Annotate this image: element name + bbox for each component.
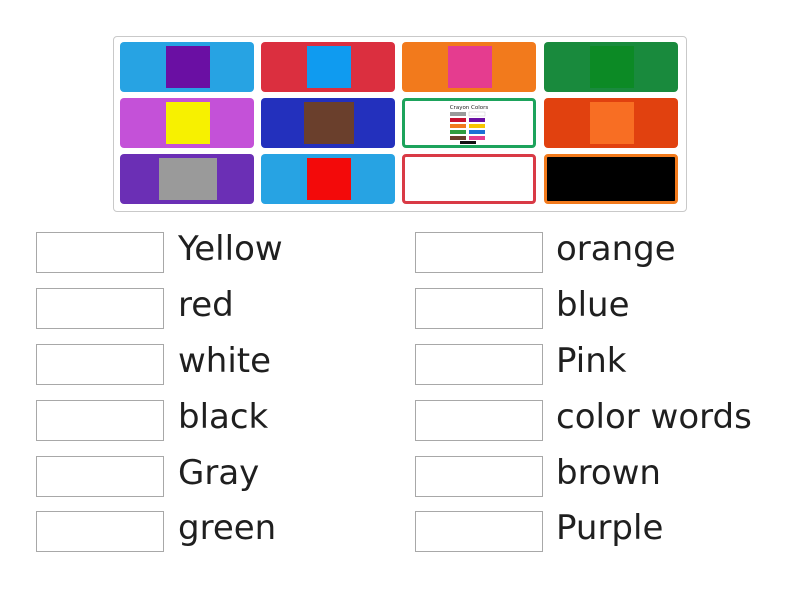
image-tile-7[interactable]: Crayon Colors [402,98,536,148]
color-swatch [445,158,493,200]
color-swatch [307,158,351,200]
answer-word[interactable]: Yellow [178,229,283,269]
drop-box[interactable] [36,400,164,441]
image-grid: Crayon Colors [113,36,687,212]
thumbnail-title: Crayon Colors [450,105,489,111]
answer-word[interactable]: black [178,397,268,437]
drop-box[interactable] [36,232,164,273]
drop-box[interactable] [415,232,543,273]
color-swatch [547,158,675,200]
color-swatch [166,102,210,144]
answer-word[interactable]: white [178,341,271,381]
image-tile-3[interactable] [402,42,536,92]
answer-word[interactable]: green [178,508,276,548]
image-tile-12[interactable] [544,154,678,204]
color-swatch [159,158,217,200]
color-swatch [590,102,634,144]
drop-box[interactable] [36,456,164,497]
answer-word[interactable]: red [178,285,234,325]
color-swatch [304,102,354,144]
color-swatch [590,46,634,88]
drop-box[interactable] [415,400,543,441]
image-tile-9[interactable] [120,154,254,204]
color-swatch [448,46,492,88]
color-swatch [307,46,351,88]
answer-word[interactable]: blue [556,285,630,325]
drop-box[interactable] [415,511,543,552]
image-tile-2[interactable] [261,42,395,92]
image-tile-5[interactable] [120,98,254,148]
image-tile-6[interactable] [261,98,395,148]
drop-box[interactable] [36,288,164,329]
answer-word[interactable]: brown [556,453,661,493]
drop-box[interactable] [415,288,543,329]
answer-word[interactable]: color words [556,397,752,437]
answer-word[interactable]: Purple [556,508,663,548]
drop-box[interactable] [36,511,164,552]
image-tile-4[interactable] [544,42,678,92]
color-swatch [166,46,210,88]
image-tile-10[interactable] [261,154,395,204]
image-tile-11[interactable] [402,154,536,204]
drop-box[interactable] [415,456,543,497]
answer-word[interactable]: Gray [178,453,259,493]
drop-box[interactable] [36,344,164,385]
image-tile-1[interactable] [120,42,254,92]
image-tile-8[interactable] [544,98,678,148]
answer-word[interactable]: Pink [556,341,626,381]
drop-box[interactable] [415,344,543,385]
answer-word[interactable]: orange [556,229,676,269]
crayon-colors-thumbnail: Crayon Colors [450,105,489,144]
